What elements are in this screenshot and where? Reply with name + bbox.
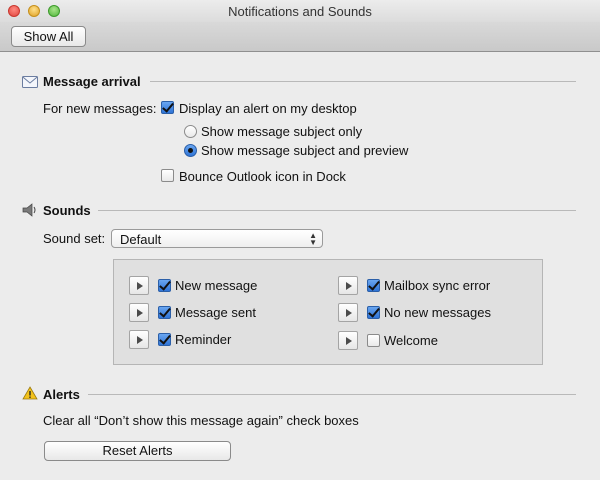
speaker-icon — [22, 203, 36, 217]
sound-label[interactable]: New message — [175, 278, 257, 293]
sound-label[interactable]: Reminder — [175, 332, 231, 347]
play-sound-button[interactable] — [129, 303, 149, 322]
play-sound-button[interactable] — [338, 331, 358, 350]
preferences-pane: Message arrival For new messages: Displa… — [0, 53, 600, 480]
warning-icon — [22, 386, 38, 400]
sound-label[interactable]: Mailbox sync error — [384, 278, 490, 293]
sound-checkbox[interactable] — [367, 334, 380, 347]
sound-set-value: Default — [120, 232, 162, 247]
bounce-icon-checkbox[interactable] — [161, 169, 174, 182]
subject-only-radio[interactable] — [184, 125, 197, 138]
show-all-button[interactable]: Show All — [11, 26, 86, 47]
sounds-heading: Sounds — [43, 203, 91, 218]
sounds-list-box: New message Message sent Reminder Mailbo… — [113, 259, 543, 365]
alerts-heading: Alerts — [43, 387, 80, 402]
message-arrival-heading: Message arrival — [43, 74, 141, 89]
window-title: Notifications and Sounds — [228, 4, 372, 19]
sound-checkbox[interactable] — [367, 306, 380, 319]
sound-set-label: Sound set: — [43, 231, 106, 246]
play-sound-button[interactable] — [129, 330, 149, 349]
reset-alerts-button[interactable]: Reset Alerts — [44, 441, 231, 461]
display-alert-checkbox[interactable] — [161, 101, 174, 114]
sound-label[interactable]: Message sent — [175, 305, 256, 320]
chevron-updown-icon: ▲ ▼ — [309, 231, 317, 247]
sound-label[interactable]: Welcome — [384, 333, 438, 348]
toolbar: Show All — [0, 22, 600, 52]
bounce-icon-label[interactable]: Bounce Outlook icon in Dock — [179, 169, 346, 184]
sound-checkbox[interactable] — [158, 333, 171, 346]
sound-checkbox[interactable] — [158, 279, 171, 292]
subject-preview-label[interactable]: Show message subject and preview — [201, 143, 408, 158]
play-sound-button[interactable] — [129, 276, 149, 295]
sound-set-select[interactable]: Default ▲ ▼ — [111, 229, 323, 248]
alerts-description: Clear all “Don’t show this message again… — [43, 413, 359, 428]
sound-label[interactable]: No new messages — [384, 305, 491, 320]
section-divider — [98, 210, 576, 211]
subject-preview-radio[interactable] — [184, 144, 197, 157]
display-alert-label[interactable]: Display an alert on my desktop — [179, 101, 357, 116]
section-divider — [88, 394, 576, 395]
sound-checkbox[interactable] — [367, 279, 380, 292]
sound-checkbox[interactable] — [158, 306, 171, 319]
for-new-messages-label: For new messages: — [43, 101, 157, 116]
play-sound-button[interactable] — [338, 276, 358, 295]
play-sound-button[interactable] — [338, 303, 358, 322]
section-divider — [150, 81, 576, 82]
subject-only-label[interactable]: Show message subject only — [201, 124, 362, 139]
title-bar: Notifications and Sounds — [0, 0, 600, 22]
envelope-icon — [22, 76, 38, 88]
